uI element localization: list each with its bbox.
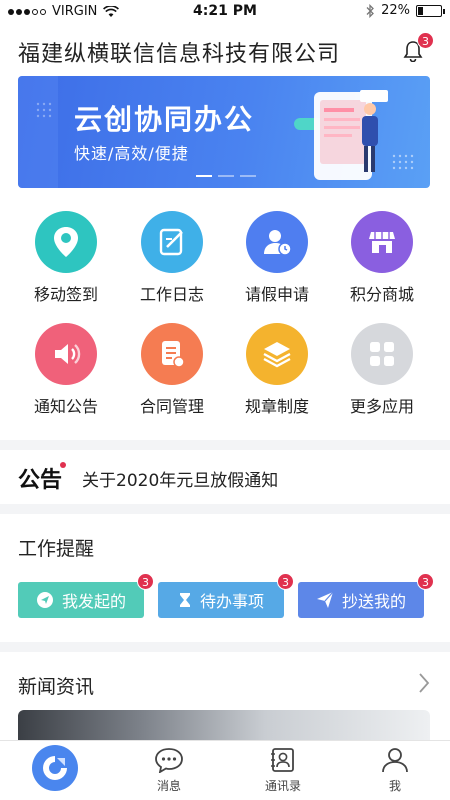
user-clock-icon — [246, 211, 308, 273]
tab-label: 通讯录 — [264, 779, 301, 793]
home-logo-icon — [43, 756, 67, 780]
app-tile[interactable]: 请假申请 — [227, 211, 327, 305]
bottom-tab-bar: 消息 通讯录 我 — [0, 740, 450, 800]
banner-subtitle: 快速/高效/便捷 — [74, 144, 189, 163]
status-right: 22% — [365, 3, 445, 18]
hourglass-icon — [178, 591, 192, 609]
speaker-icon — [35, 323, 97, 385]
tab-item[interactable]: 消息 — [129, 747, 209, 794]
status-bar: VIRGIN 4:21 PM 22% — [0, 0, 450, 24]
send-icon — [36, 591, 54, 609]
reminder-button-label: 我发起的 — [61, 592, 126, 611]
app-tile-label: 更多应用 — [349, 397, 414, 416]
page-title: 福建纵横联信信息科技有限公司 — [18, 42, 341, 67]
chat-icon — [129, 747, 209, 776]
app-tile-label: 工作日志 — [139, 285, 204, 304]
banner-dot[interactable] — [196, 175, 212, 177]
bluetooth-icon — [366, 3, 375, 18]
news-title: 新闻资讯 — [18, 676, 95, 698]
paper-plane-icon — [316, 591, 334, 609]
battery-fill — [418, 6, 423, 15]
app-tile[interactable]: 规章制度 — [227, 323, 327, 417]
contacts-icon — [243, 747, 323, 776]
reminder-count-badge: 3 — [277, 573, 294, 590]
reminder-button-label: 待办事项 — [199, 592, 264, 611]
grid-icon — [351, 323, 413, 385]
banner-pagination[interactable] — [196, 175, 256, 177]
banner-dot[interactable] — [218, 175, 234, 177]
app-header: 福建纵横联信信息科技有限公司 3 — [0, 24, 450, 76]
app-tile[interactable]: 移动签到 — [16, 211, 116, 305]
announcement-tag: 公告 — [18, 468, 63, 493]
reminder-button[interactable]: 待办事项 3 — [158, 573, 294, 618]
reminder-count-badge: 3 — [137, 573, 154, 590]
tab-item[interactable]: 通讯录 — [243, 747, 323, 794]
announcement-text[interactable]: 关于2020年元旦放假通知 — [82, 466, 278, 491]
app-tile[interactable]: 通知公告 — [16, 323, 116, 417]
notification-badge: 3 — [417, 32, 434, 49]
app-tile[interactable]: 工作日志 — [122, 211, 222, 305]
app-tile-label: 请假申请 — [244, 285, 309, 304]
app-tile[interactable]: 更多应用 — [332, 323, 432, 417]
tab-label: 消息 — [156, 779, 181, 793]
battery-icon — [416, 4, 445, 17]
reminder-button-label: 抄送我的 — [341, 592, 406, 611]
banner-title: 云创协同办公 — [74, 103, 255, 136]
work-reminders-title: 工作提醒 — [18, 538, 95, 560]
work-reminders-section: 工作提醒 我发起的 3 待办事项 3 抄送我的 3 — [0, 514, 450, 642]
app-tile[interactable]: 合同管理 — [122, 323, 222, 417]
reminder-button[interactable]: 抄送我的 3 — [298, 573, 434, 618]
app-tile-label: 积分商城 — [349, 285, 414, 304]
banner-dot[interactable] — [240, 175, 256, 177]
store-icon — [351, 211, 413, 273]
tab-label: 我 — [388, 779, 401, 793]
battery-percent: 22% — [381, 3, 410, 18]
contract-icon — [141, 323, 203, 385]
tab-item[interactable]: 我 — [355, 747, 435, 794]
announcement-dot — [60, 462, 66, 468]
app-tile-label: 通知公告 — [33, 397, 98, 416]
layers-icon — [246, 323, 308, 385]
reminder-button[interactable]: 我发起的 3 — [18, 573, 154, 618]
app-tile-label: 规章制度 — [244, 397, 309, 416]
chevron-right-icon[interactable] — [418, 672, 430, 694]
announcement-bar[interactable]: 公告 关于2020年元旦放假通知 — [0, 450, 450, 504]
profile-icon — [355, 747, 435, 776]
app-tile[interactable]: 积分商城 — [332, 211, 432, 305]
notification-bell-button[interactable]: 3 — [402, 32, 434, 63]
home-top-section: 云创协同办公 快速/高效/便捷 移动签到 工作日志 请假申请 积分商城通知公告 合同管理… — [0, 76, 450, 440]
promo-banner[interactable]: 云创协同办公 快速/高效/便捷 — [18, 76, 430, 188]
reminder-count-badge: 3 — [417, 573, 434, 590]
app-tile-label: 移动签到 — [33, 285, 98, 304]
notebook-icon — [141, 211, 203, 273]
location-pin-icon — [35, 211, 97, 273]
app-tile-label: 合同管理 — [139, 397, 204, 416]
tab-home[interactable] — [32, 745, 78, 791]
